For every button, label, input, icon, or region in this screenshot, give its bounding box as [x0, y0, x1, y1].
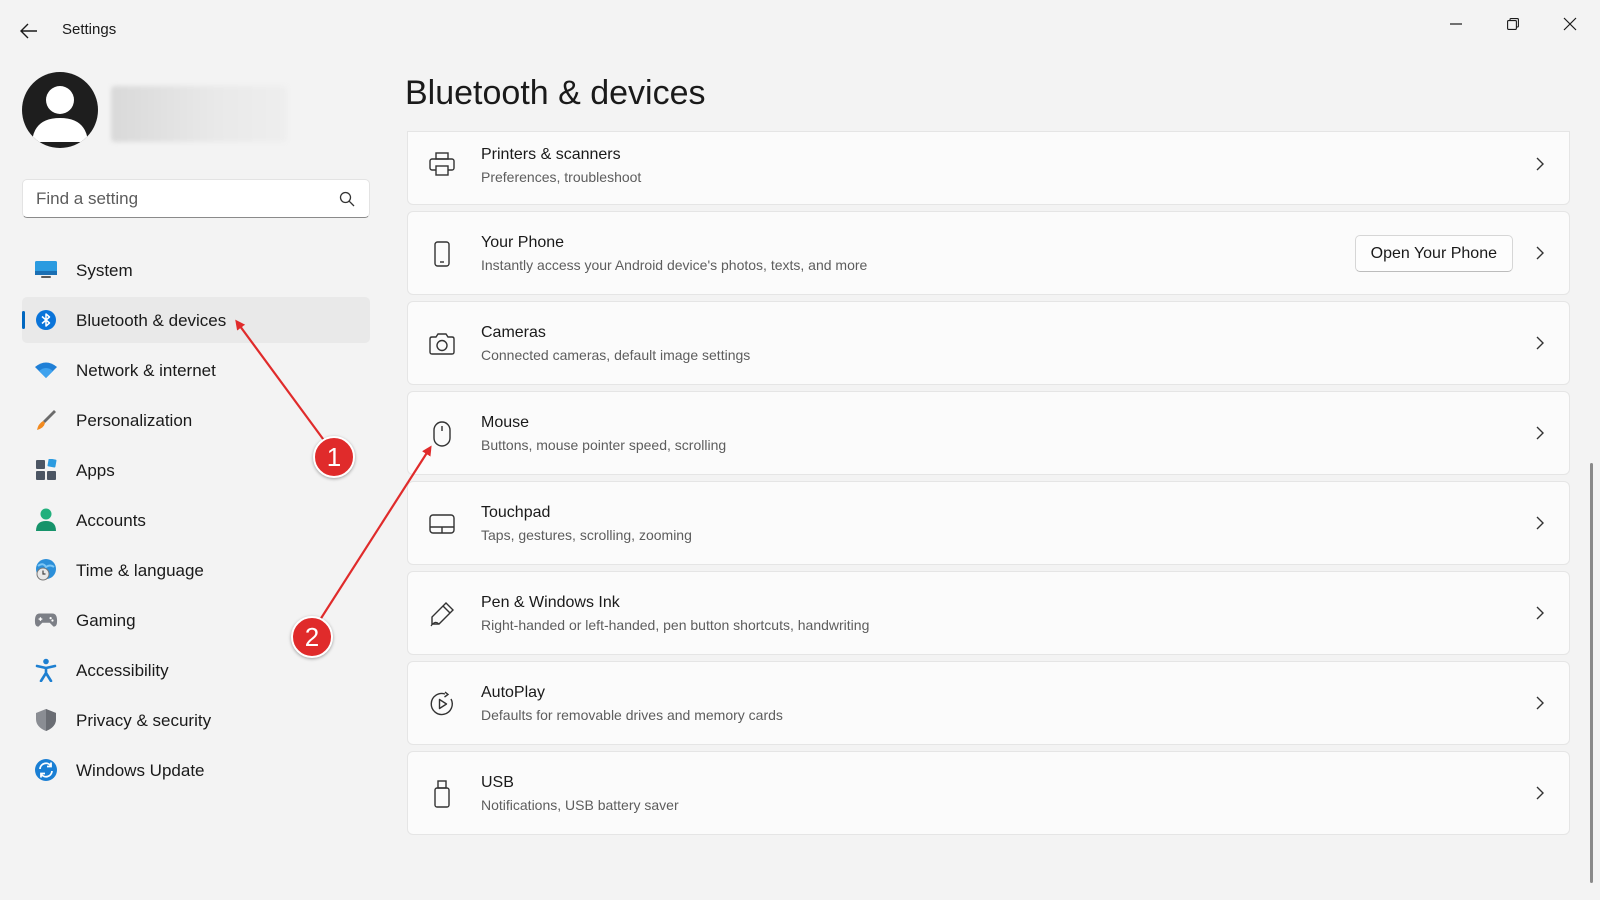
title-bar: Settings	[0, 0, 1600, 60]
blurred-account-name	[111, 86, 287, 142]
gamepad-icon	[34, 608, 58, 632]
open-your-phone-button[interactable]: Open Your Phone	[1354, 235, 1513, 272]
sidebar-item-network[interactable]: Network & internet	[22, 347, 370, 393]
chevron-right-icon	[1533, 334, 1547, 352]
search-box[interactable]	[22, 179, 370, 218]
printer-icon	[428, 150, 456, 178]
sidebar-item-bluetooth-devices[interactable]: Bluetooth & devices	[22, 297, 370, 343]
card-subtitle: Defaults for removable drives and memory…	[481, 707, 783, 723]
touchpad-icon	[428, 510, 456, 538]
update-icon	[34, 758, 58, 782]
autoplay-icon	[428, 690, 456, 718]
sidebar-item-label: Time & language	[76, 561, 204, 580]
card-subtitle: Taps, gestures, scrolling, zooming	[481, 527, 692, 543]
sidebar-nav: System Bluetooth & devices Network & int…	[22, 247, 370, 797]
sidebar-item-windows-update[interactable]: Windows Update	[22, 747, 370, 793]
card-title: Touchpad	[481, 504, 551, 521]
sidebar-item-privacy[interactable]: Privacy & security	[22, 697, 370, 743]
close-icon	[1563, 17, 1577, 31]
card-pen-windows-ink[interactable]: Pen & Windows Ink Right-handed or left-h…	[407, 571, 1570, 655]
avatar[interactable]	[22, 72, 98, 148]
minimize-icon	[1450, 23, 1462, 25]
monitor-icon	[34, 258, 58, 282]
back-button[interactable]	[14, 16, 44, 46]
pen-icon	[428, 600, 456, 628]
sidebar-item-time-language[interactable]: Time & language	[22, 547, 370, 593]
card-title: Pen & Windows Ink	[481, 594, 620, 611]
restore-button[interactable]	[1493, 8, 1533, 40]
search-icon[interactable]	[339, 191, 355, 207]
back-arrow-icon	[20, 23, 37, 39]
card-printers-scanners[interactable]: Printers & scanners Preferences, trouble…	[407, 131, 1570, 205]
person-icon	[34, 508, 58, 532]
settings-list: Printers & scanners Preferences, trouble…	[407, 131, 1570, 851]
chevron-right-icon	[1533, 155, 1547, 173]
sidebar-item-label: Privacy & security	[76, 711, 212, 730]
annotation-badge-1: 1	[313, 436, 355, 478]
restore-icon	[1507, 18, 1519, 30]
search-input[interactable]	[23, 180, 369, 217]
chevron-right-icon	[1533, 784, 1547, 802]
card-title: AutoPlay	[481, 684, 546, 701]
card-subtitle: Connected cameras, default image setting…	[481, 347, 751, 363]
sidebar-item-label: System	[76, 261, 133, 280]
card-title: Cameras	[481, 324, 546, 341]
wifi-icon	[34, 358, 58, 382]
user-silhouette-icon	[32, 86, 88, 142]
chevron-right-icon	[1533, 694, 1547, 712]
sidebar-item-system[interactable]: System	[22, 247, 370, 293]
card-title: Your Phone	[481, 234, 565, 251]
card-subtitle: Right-handed or left-handed, pen button …	[481, 617, 870, 633]
card-subtitle: Instantly access your Android device's p…	[481, 257, 868, 273]
sidebar-item-label: Bluetooth & devices	[76, 311, 227, 330]
card-title: USB	[481, 774, 514, 791]
card-title: Mouse	[481, 414, 530, 431]
vertical-scrollbar[interactable]	[1590, 463, 1593, 883]
sidebar-item-label: Accounts	[76, 511, 146, 530]
chevron-right-icon	[1533, 244, 1547, 262]
sidebar-item-label: Accessibility	[76, 661, 169, 680]
shield-icon	[34, 708, 58, 732]
apps-icon	[34, 458, 58, 482]
card-touchpad[interactable]: Touchpad Taps, gestures, scrolling, zoom…	[407, 481, 1570, 565]
card-cameras[interactable]: Cameras Connected cameras, default image…	[407, 301, 1570, 385]
app-title: Settings	[62, 21, 117, 38]
page-title: Bluetooth & devices	[405, 74, 706, 112]
minimize-button[interactable]	[1436, 8, 1476, 40]
chevron-right-icon	[1533, 514, 1547, 532]
chevron-right-icon	[1533, 424, 1547, 442]
card-subtitle: Buttons, mouse pointer speed, scrolling	[481, 437, 727, 453]
sidebar-item-label: Windows Update	[76, 761, 205, 780]
phone-icon	[428, 240, 456, 268]
globe-clock-icon	[34, 558, 58, 582]
brush-icon	[34, 408, 58, 432]
card-subtitle: Notifications, USB battery saver	[481, 797, 679, 813]
accessibility-icon	[34, 658, 58, 682]
card-autoplay[interactable]: AutoPlay Defaults for removable drives a…	[407, 661, 1570, 745]
card-mouse[interactable]: Mouse Buttons, mouse pointer speed, scro…	[407, 391, 1570, 475]
card-subtitle: Preferences, troubleshoot	[481, 169, 642, 185]
chevron-right-icon	[1533, 604, 1547, 622]
sidebar-item-accounts[interactable]: Accounts	[22, 497, 370, 543]
sidebar-item-label: Apps	[76, 461, 115, 480]
usb-icon	[428, 780, 456, 808]
bluetooth-icon	[34, 308, 58, 332]
sidebar-item-label: Gaming	[76, 611, 136, 630]
annotation-badge-2: 2	[291, 616, 333, 658]
sidebar-item-personalization[interactable]: Personalization	[22, 397, 370, 443]
mouse-icon	[428, 420, 456, 448]
sidebar-item-label: Personalization	[76, 411, 193, 430]
close-button[interactable]	[1550, 8, 1590, 40]
card-usb[interactable]: USB Notifications, USB battery saver	[407, 751, 1570, 835]
camera-icon	[428, 330, 456, 358]
card-your-phone[interactable]: Your Phone Instantly access your Android…	[407, 211, 1570, 295]
card-title: Printers & scanners	[481, 146, 621, 163]
sidebar-item-label: Network & internet	[76, 361, 216, 380]
